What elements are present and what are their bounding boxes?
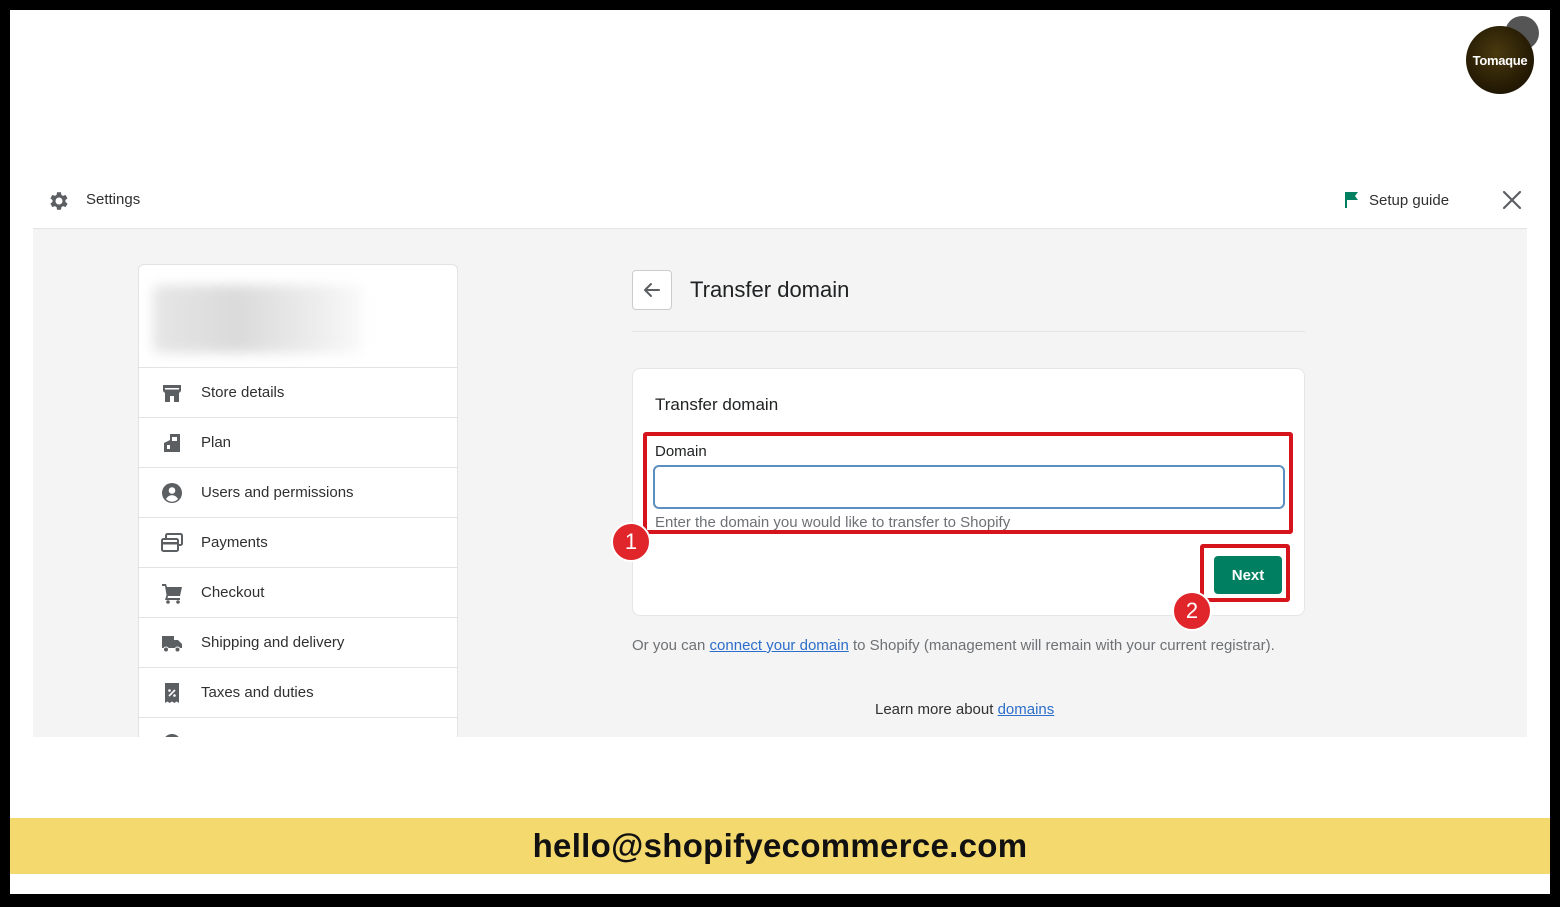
- card-title: Transfer domain: [655, 395, 779, 414]
- sidebar-item-store-details[interactable]: Store details: [139, 367, 457, 417]
- user-icon: [162, 483, 182, 503]
- highlight-next-button: [1200, 544, 1290, 602]
- connect-suffix: to Shopify (management will remain with …: [848, 637, 1275, 654]
- brand-logo: Tomaque: [1466, 26, 1534, 94]
- settings-sidebar: Store details Plan Users and permissions…: [138, 264, 458, 737]
- sidebar-item-label: Users and permissions: [201, 484, 354, 501]
- payments-icon: [161, 533, 183, 552]
- learn-more-text: Learn more about domains: [875, 701, 1054, 718]
- setup-guide-link[interactable]: Setup guide: [1369, 192, 1449, 209]
- flag-icon[interactable]: [1344, 191, 1360, 209]
- settings-title: Settings: [86, 191, 141, 208]
- contact-email: hello@shopifyecommerce.com: [532, 827, 1028, 864]
- sidebar-item-label: Store details: [201, 384, 285, 401]
- sidebar-item-shipping[interactable]: Shipping and delivery: [139, 617, 457, 667]
- sidebar-item-plan[interactable]: Plan: [139, 417, 457, 467]
- gear-icon: [50, 192, 68, 210]
- settings-window: Settings Setup guide Store details Plan: [33, 172, 1527, 737]
- learn-prefix: Learn more about: [875, 701, 998, 718]
- arrow-left-icon: [644, 283, 660, 297]
- sidebar-item-taxes[interactable]: Taxes and duties: [139, 667, 457, 717]
- sidebar-item-label: Payments: [201, 534, 268, 551]
- contact-banner: hello@shopifyecommerce.com: [10, 818, 1550, 874]
- title-divider: [632, 331, 1305, 332]
- tax-icon: [165, 683, 179, 703]
- sidebar-item-label: Shipping and delivery: [201, 634, 345, 651]
- settings-topbar: Settings Setup guide: [33, 172, 1527, 229]
- brand-logo-text: Tomaque: [1472, 52, 1528, 68]
- sidebar-item-label: Taxes and duties: [201, 684, 314, 701]
- truck-icon: [162, 636, 182, 653]
- store-name-blurred: [153, 285, 363, 353]
- store-icon: [163, 385, 181, 402]
- back-button[interactable]: [632, 270, 672, 310]
- step-badge-1: 1: [611, 522, 651, 562]
- cart-icon: [162, 584, 182, 604]
- domains-link[interactable]: domains: [998, 701, 1055, 718]
- sidebar-item-label: Plan: [201, 434, 232, 451]
- sidebar-item-partial[interactable]: [139, 717, 457, 737]
- sidebar-item-payments[interactable]: Payments: [139, 517, 457, 567]
- page-title: Transfer domain: [690, 277, 850, 302]
- plan-icon: [164, 434, 180, 452]
- connect-domain-text: Or you can connect your domain to Shopif…: [632, 637, 1275, 654]
- sidebar-item-users[interactable]: Users and permissions: [139, 467, 457, 517]
- sidebar-item-label: Checkout: [201, 584, 265, 601]
- connect-prefix: Or you can: [632, 637, 710, 654]
- location-icon: [165, 734, 179, 737]
- sidebar-item-checkout[interactable]: Checkout: [139, 567, 457, 617]
- connect-domain-link[interactable]: connect your domain: [710, 637, 849, 654]
- step-badge-2: 2: [1172, 591, 1212, 631]
- close-icon[interactable]: [1501, 189, 1523, 211]
- highlight-domain-field: [643, 432, 1293, 534]
